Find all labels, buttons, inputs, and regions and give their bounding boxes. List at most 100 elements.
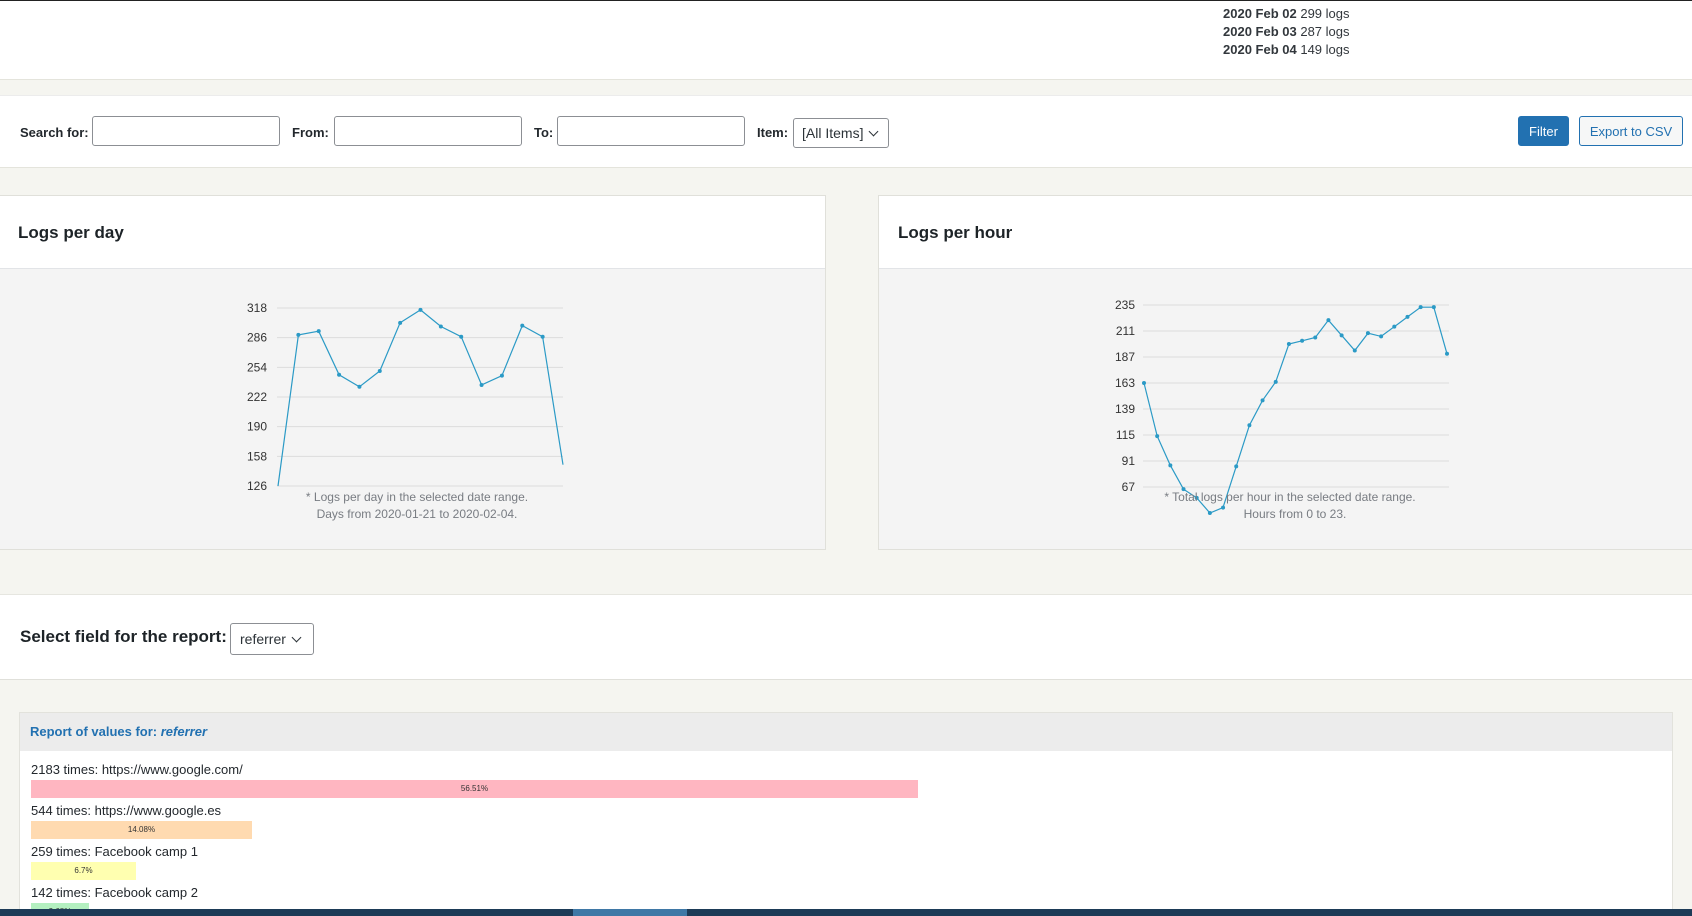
chart-caption-line2: Days from 2020-01-21 to 2020-02-04. [317, 507, 518, 521]
data-point [316, 329, 321, 334]
from-label: From: [292, 125, 329, 140]
chart-caption-line2: Hours from 0 to 23. [1244, 507, 1347, 521]
y-tick-label: 254 [247, 360, 267, 374]
report-row-label: 544 times: https://www.google.es [31, 803, 222, 818]
report-title-field: referrer [160, 724, 208, 739]
log-date: 2020 Feb 04 [1223, 42, 1297, 57]
bottom-bar [0, 909, 1692, 916]
log-date: 2020 Feb 03 [1223, 24, 1297, 39]
report-row-bar: 14.08% [31, 821, 252, 839]
data-point [1273, 379, 1278, 384]
recent-log-row: 2020 Feb 02 299 logs [1223, 5, 1350, 23]
data-point [1405, 314, 1410, 319]
y-tick-label: 211 [1116, 324, 1135, 338]
data-point [357, 384, 362, 389]
panel-title: Logs per day [0, 196, 825, 269]
logs-per-hour-panel: Logs per hour 235 211 187 163 139 115 91 67 * T… [878, 195, 1692, 550]
data-point [337, 372, 342, 377]
item-select[interactable]: [All Items] [793, 118, 889, 148]
search-label: Search for: [20, 125, 89, 140]
search-input[interactable] [92, 116, 280, 146]
report-values-box: Report of values for: referrer 2183 time… [19, 712, 1673, 916]
y-tick-label: 163 [1115, 376, 1135, 390]
data-point [1234, 464, 1239, 469]
log-count: 149 logs [1300, 42, 1350, 57]
report-row-bar: 6.7% [31, 862, 136, 880]
y-tick-label: 190 [247, 420, 267, 434]
chart-caption-line1: * Total logs per hour in the selected da… [1164, 490, 1415, 504]
y-tick-label: 158 [247, 449, 267, 463]
report-field-bar: Select field for the report: referrer [0, 594, 1692, 680]
report-row-label: 259 times: Facebook camp 1 [31, 844, 198, 859]
bottom-bar-segment [573, 909, 687, 916]
report-box-title: Report of values for: referrer [20, 713, 1672, 751]
to-date-input[interactable] [557, 116, 745, 146]
report-field-value: referrer [240, 631, 286, 647]
data-point [1221, 505, 1226, 510]
filter-bar: Search for: From: To: Item: [All Items] … [0, 95, 1692, 168]
data-point [1286, 342, 1291, 346]
report-row-label: 142 times: Facebook camp 2 [31, 885, 198, 900]
data-point [499, 373, 504, 378]
y-tick-label: 222 [247, 390, 267, 404]
data-point [1247, 423, 1252, 428]
recent-log-row: 2020 Feb 03 287 logs [1223, 23, 1350, 41]
y-tick-label: 91 [1122, 454, 1136, 468]
y-tick-label: 318 [247, 301, 267, 315]
series-line [277, 309, 564, 487]
panel-title: Logs per hour [879, 196, 1692, 269]
report-field-select[interactable]: referrer [230, 623, 314, 655]
y-tick-label: 187 [1115, 350, 1135, 364]
chart-caption-line1: * Logs per day in the selected date rang… [306, 490, 528, 504]
data-point [1326, 318, 1331, 323]
data-point [296, 332, 301, 337]
data-point [1445, 351, 1449, 356]
data-point [479, 382, 484, 387]
data-point [1365, 331, 1370, 336]
data-point [1207, 511, 1212, 515]
chevron-down-icon [869, 126, 879, 137]
report-row: 544 times: https://www.google.es 14.08% [31, 802, 1661, 843]
log-count: 299 logs [1300, 6, 1350, 21]
report-title-prefix: Report of values for: [30, 724, 158, 739]
logs-per-day-panel: Logs per day 318 286 254 222 190 158 126 * Log… [0, 195, 826, 550]
recent-logs-list: 2020 Feb 02 299 logs 2020 Feb 03 287 log… [1223, 5, 1350, 59]
report-row-bar: 56.51% [31, 780, 918, 798]
y-tick-label: 286 [247, 331, 267, 345]
data-point [540, 334, 545, 339]
chart-plot: 318 286 254 222 190 158 126 [247, 301, 564, 493]
data-point [1392, 324, 1397, 329]
data-point [1352, 348, 1357, 353]
data-point [520, 323, 525, 328]
series-line [1143, 306, 1448, 514]
data-point [398, 320, 403, 325]
report-row: 2183 times: https://www.google.com/56.51… [31, 761, 1661, 802]
data-point [1168, 463, 1173, 468]
data-point [1313, 335, 1318, 340]
data-point [1155, 434, 1160, 439]
data-point [459, 334, 464, 339]
report-row-label: 2183 times: https://www.google.com/ [31, 762, 243, 777]
chart-plot: 235 211 187 163 139 115 91 67 [1115, 298, 1449, 515]
data-point [438, 324, 443, 329]
data-point [1418, 305, 1423, 310]
filter-button[interactable]: Filter [1518, 116, 1569, 146]
chevron-down-icon [291, 632, 302, 643]
y-tick-label: 67 [1122, 480, 1136, 494]
report-row: 259 times: Facebook camp 1 6.7% [31, 843, 1661, 884]
log-count: 287 logs [1300, 24, 1350, 39]
item-label: Item: [757, 125, 789, 140]
data-point [418, 307, 423, 312]
export-csv-button[interactable]: Export to CSV [1579, 116, 1683, 146]
to-label: To: [534, 125, 554, 140]
y-tick-label: 235 [1115, 298, 1135, 312]
data-point [377, 369, 382, 374]
data-point [1300, 338, 1305, 343]
data-point [1379, 334, 1384, 339]
from-date-input[interactable] [334, 116, 522, 146]
recent-log-row: 2020 Feb 04 149 logs [1223, 41, 1350, 59]
y-tick-label: 115 [1116, 428, 1135, 442]
top-strip: 2020 Feb 02 299 logs 2020 Feb 03 287 log… [0, 0, 1692, 80]
y-tick-label: 139 [1115, 402, 1135, 416]
report-list: 2183 times: https://www.google.com/56.51… [20, 751, 1672, 916]
